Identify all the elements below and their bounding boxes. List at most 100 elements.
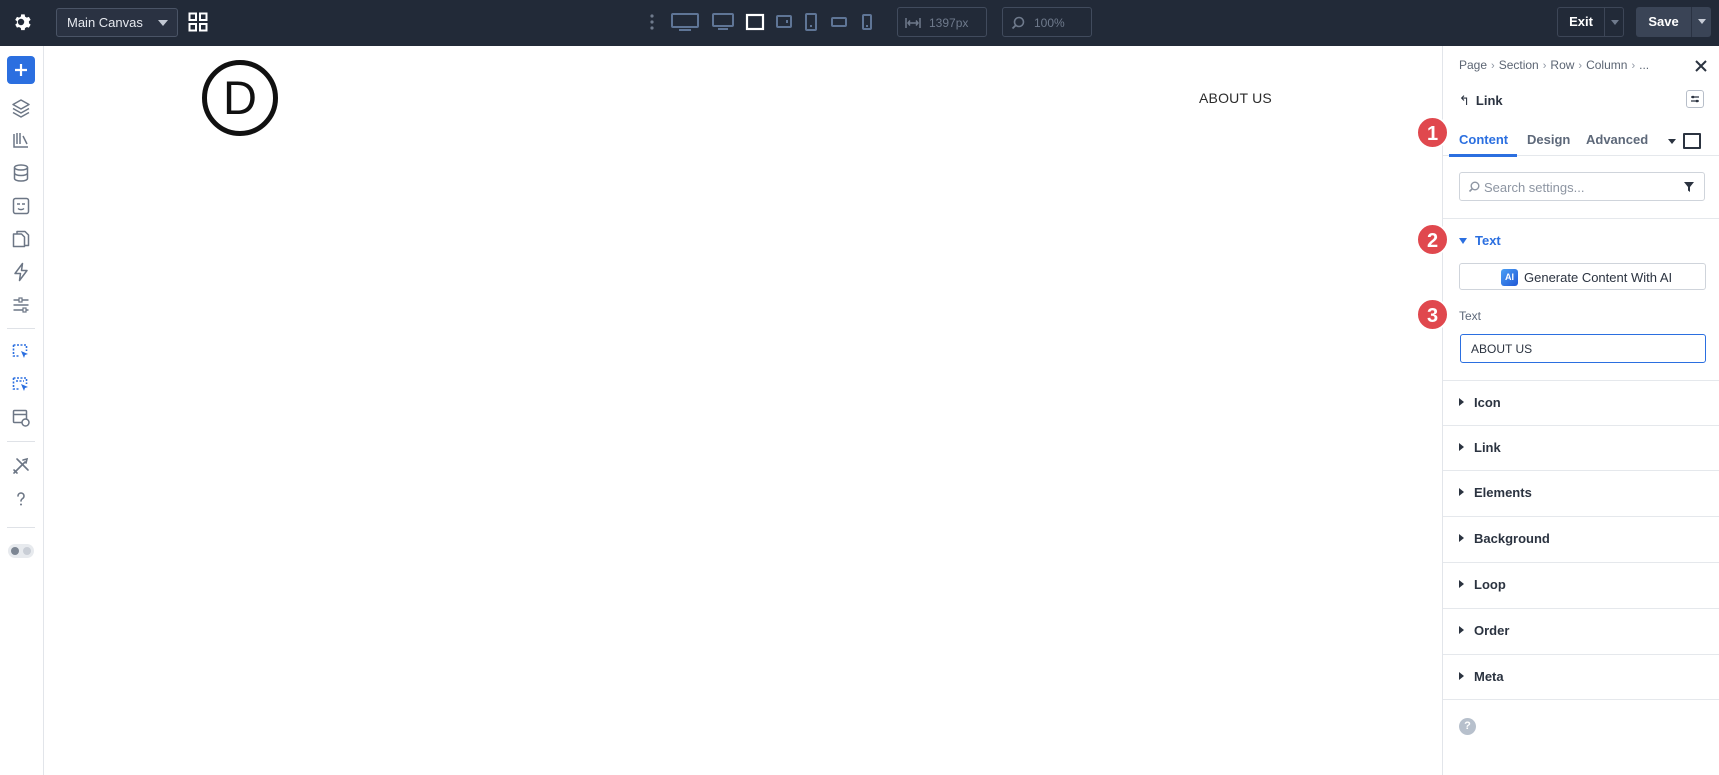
breadcrumb-more[interactable]: ... <box>1639 58 1649 72</box>
group-loop[interactable]: Loop <box>1443 562 1719 607</box>
caret-right-icon <box>1459 398 1464 406</box>
exit-button[interactable]: Exit <box>1557 7 1604 37</box>
filter-icon[interactable] <box>1683 181 1695 193</box>
canvas-width-field[interactable]: 1397px <box>897 7 987 37</box>
sidebar-divider <box>7 527 35 528</box>
search-input[interactable] <box>1484 177 1674 197</box>
back-arrow-icon[interactable]: ↰ <box>1459 93 1470 109</box>
group-link[interactable]: Link <box>1443 425 1719 470</box>
library-icon[interactable] <box>11 130 31 150</box>
section-divider <box>1443 699 1719 700</box>
group-meta[interactable]: Meta <box>1443 654 1719 699</box>
step-marker-1: 1 <box>1416 116 1449 149</box>
dark-mode-toggle[interactable] <box>8 544 34 558</box>
grid-layout-icon[interactable] <box>188 12 208 32</box>
lightning-icon[interactable] <box>11 262 31 282</box>
caret-right-icon <box>1459 443 1464 451</box>
tablet-landscape-view-icon[interactable] <box>745 12 765 32</box>
group-label: Order <box>1474 623 1510 638</box>
search-icon <box>1468 181 1480 193</box>
panel-tabs: Content Design Advanced <box>1443 126 1719 157</box>
forms-icon[interactable] <box>11 196 31 216</box>
more-options-icon[interactable] <box>648 12 656 32</box>
tab-content[interactable]: Content <box>1459 126 1508 156</box>
width-arrows-icon <box>905 18 921 28</box>
text-field-input[interactable] <box>1460 334 1706 363</box>
plus-icon <box>15 64 27 76</box>
global-builder-icon[interactable] <box>11 375 31 395</box>
tab-design[interactable]: Design <box>1527 126 1570 156</box>
chevron-down-icon[interactable] <box>1668 139 1676 144</box>
active-tab-indicator <box>1449 154 1517 157</box>
chevron-down-icon <box>158 20 168 26</box>
group-label: Icon <box>1474 395 1501 410</box>
chevron-right-icon: › <box>1631 60 1636 72</box>
section-divider <box>1443 218 1719 219</box>
chevron-down-icon <box>1611 20 1619 25</box>
theme-builder-icon[interactable] <box>11 342 31 362</box>
step-marker-2: 2 <box>1416 223 1449 256</box>
left-sidebar <box>0 46 44 775</box>
sidebar-divider <box>7 441 35 442</box>
phone-landscape-view-icon[interactable] <box>830 12 848 32</box>
breadcrumb-page[interactable]: Page <box>1459 58 1487 72</box>
group-order[interactable]: Order <box>1443 608 1719 653</box>
breadcrumb-row[interactable]: Row <box>1550 58 1574 72</box>
preset-square-icon[interactable] <box>1683 133 1701 149</box>
group-label: Loop <box>1474 577 1506 592</box>
panel-options-button[interactable] <box>1686 90 1704 108</box>
zoom-value: 100% <box>1034 16 1065 30</box>
caret-right-icon <box>1459 534 1464 542</box>
add-module-button[interactable] <box>7 56 35 84</box>
caret-right-icon <box>1459 488 1464 496</box>
zoom-field[interactable]: 100% <box>1002 7 1092 37</box>
zoom-icon <box>1011 16 1025 30</box>
chevron-down-icon <box>1698 19 1706 24</box>
module-title: ↰ Link <box>1459 93 1503 109</box>
caret-right-icon <box>1459 672 1464 680</box>
desktop-view-icon[interactable] <box>711 12 735 32</box>
settings-gear-icon[interactable] <box>10 11 32 33</box>
group-label: Background <box>1474 531 1550 546</box>
site-logo[interactable]: D <box>202 60 278 136</box>
tablet-portrait-view-icon[interactable] <box>804 12 818 32</box>
canvas-select[interactable]: Main Canvas <box>56 8 178 37</box>
save-options-button[interactable] <box>1691 7 1711 37</box>
group-text-toggle[interactable]: Text <box>1459 233 1501 248</box>
exit-options-button[interactable] <box>1604 7 1624 37</box>
toggle-knob <box>11 547 19 555</box>
tablet-view-icon[interactable] <box>775 12 793 32</box>
settings-search[interactable] <box>1459 172 1705 201</box>
settings-sliders-icon[interactable] <box>11 295 31 315</box>
portability-icon[interactable] <box>11 408 31 428</box>
phone-view-icon[interactable] <box>860 12 874 32</box>
caret-down-icon <box>1459 238 1467 244</box>
close-icon[interactable] <box>1693 58 1709 74</box>
breadcrumb-section[interactable]: Section <box>1499 58 1539 72</box>
save-button[interactable]: Save <box>1636 7 1691 37</box>
group-label: Elements <box>1474 485 1532 500</box>
help-icon[interactable] <box>11 489 31 509</box>
tab-advanced[interactable]: Advanced <box>1586 126 1648 156</box>
group-label: Link <box>1474 440 1501 455</box>
breadcrumb-column[interactable]: Column <box>1586 58 1627 72</box>
question-icon[interactable]: ? <box>1459 718 1476 735</box>
caret-right-icon <box>1459 626 1464 634</box>
about-us-link[interactable]: ABOUT US <box>1199 90 1272 106</box>
generate-ai-button[interactable]: AI Generate Content With AI <box>1459 263 1706 290</box>
group-elements[interactable]: Elements <box>1443 470 1719 515</box>
pages-icon[interactable] <box>11 229 31 249</box>
chevron-right-icon: › <box>1542 60 1547 72</box>
widescreen-view-icon[interactable] <box>670 12 700 32</box>
caret-right-icon <box>1459 580 1464 588</box>
ai-icon: AI <box>1501 269 1518 286</box>
canvas-width-value: 1397px <box>929 16 969 30</box>
module-title-text: Link <box>1475 93 1503 108</box>
tools-icon[interactable] <box>11 456 31 476</box>
group-background[interactable]: Background <box>1443 516 1719 561</box>
group-icon[interactable]: Icon <box>1443 380 1719 425</box>
top-toolbar: Main Canvas 1397px 100% Exit Save <box>0 0 1719 46</box>
layers-icon[interactable] <box>11 98 31 118</box>
generate-ai-label: Generate Content With AI <box>1524 270 1673 285</box>
database-icon[interactable] <box>11 163 31 183</box>
